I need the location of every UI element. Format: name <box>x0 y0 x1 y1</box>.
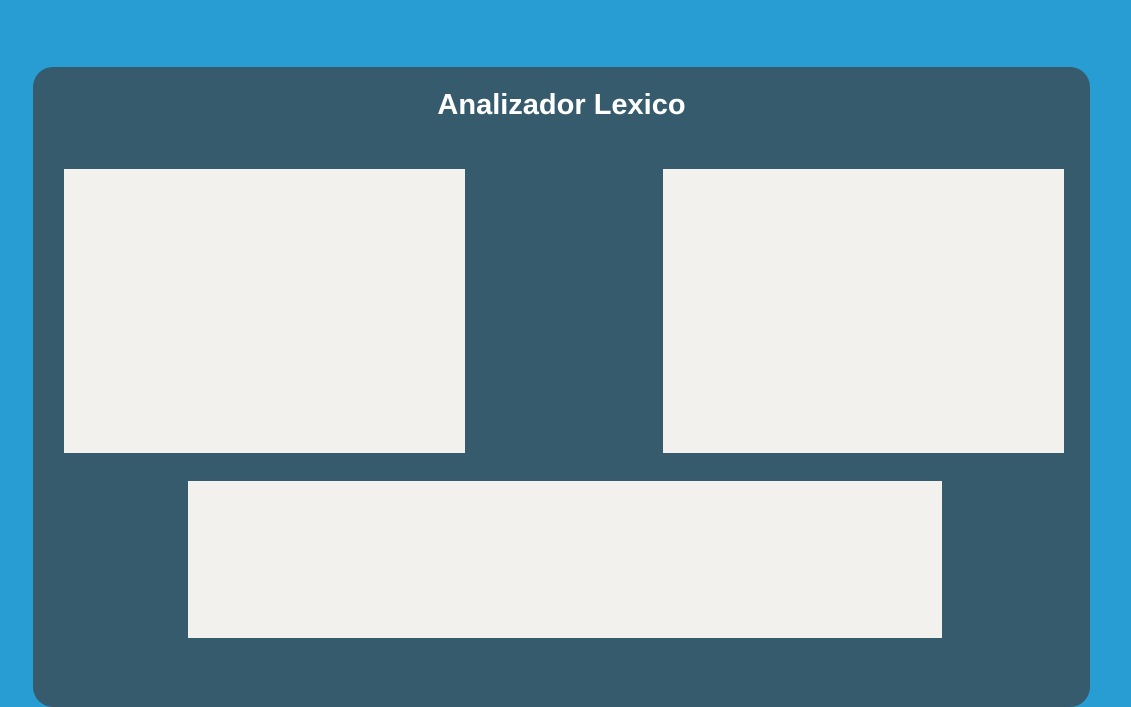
source-input-area[interactable] <box>64 169 465 453</box>
page-title: Analizador Lexico <box>437 89 686 121</box>
tokens-output-area[interactable] <box>663 169 1064 453</box>
analyzer-card: Analizador Lexico <box>33 67 1090 707</box>
console-area[interactable] <box>188 481 942 638</box>
